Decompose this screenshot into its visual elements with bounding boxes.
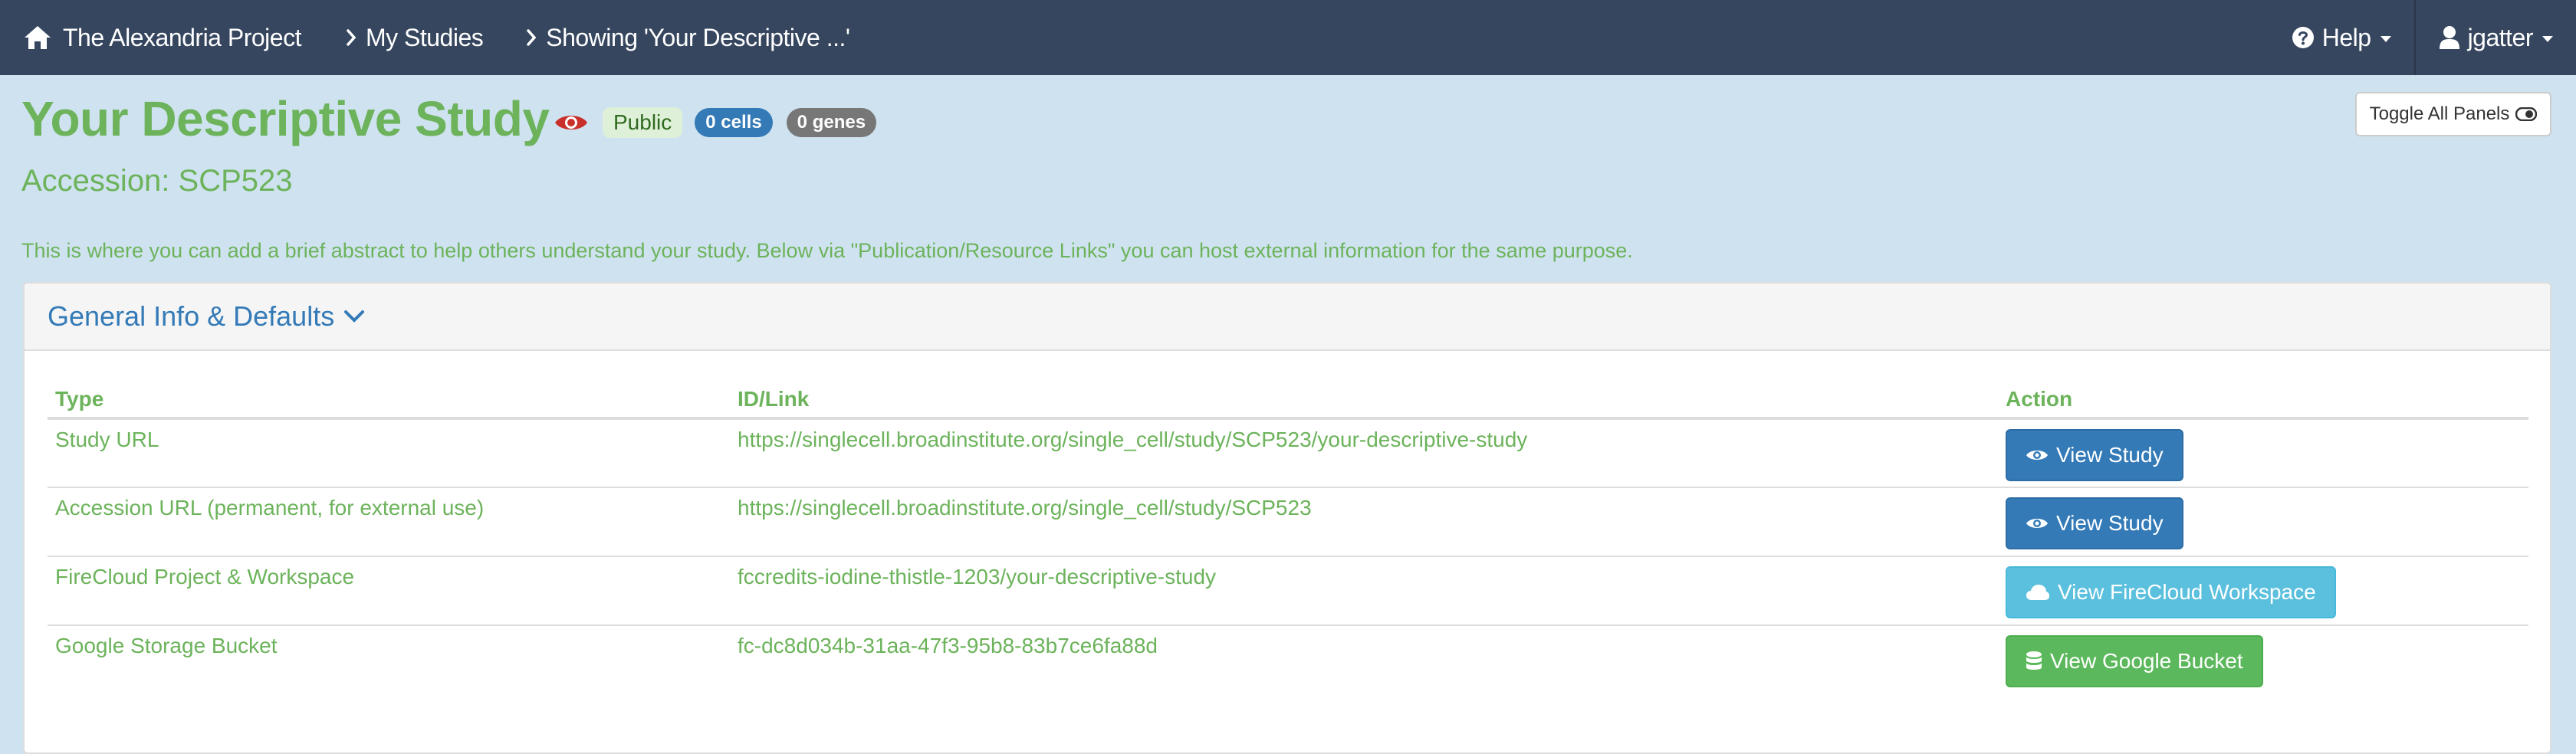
info-table: Type ID/Link Action Study URL https://si…	[48, 382, 2528, 694]
eye-icon	[2026, 519, 2048, 528]
page-title: Your Descriptive Study	[21, 91, 550, 146]
cell-action: View Google Bucket	[1998, 625, 2528, 694]
cell-id-link[interactable]: fccredits-iodine-thistle-1203/your-descr…	[730, 556, 1998, 626]
chevron-right-icon	[347, 29, 356, 46]
home-icon	[25, 26, 51, 49]
brand-label: The Alexandria Project	[63, 23, 301, 51]
top-navbar: The Alexandria Project My Studies Showin…	[0, 0, 2576, 75]
user-menu[interactable]: jgatter	[2416, 0, 2576, 75]
caret-down-icon	[2542, 36, 2553, 42]
view-study-button[interactable]: View Study	[2006, 497, 2183, 549]
cell-type: Google Storage Bucket	[55, 634, 278, 657]
help-label: Help	[2321, 23, 2371, 51]
table-row: FireCloud Project & Workspace fccredits-…	[48, 556, 2528, 626]
cells-count-badge: 0 cells	[695, 108, 773, 137]
toggle-all-panels-button[interactable]: Toggle All Panels	[2355, 92, 2551, 136]
genes-count-badge: 0 genes	[786, 108, 877, 137]
view-study-label: View Study	[2056, 443, 2164, 467]
table-row: Accession URL (permanent, for external u…	[48, 487, 2528, 557]
view-firecloud-workspace-button[interactable]: View FireCloud Workspace	[2006, 566, 2336, 618]
cell-type: FireCloud Project & Workspace	[48, 556, 730, 626]
breadcrumb-current-study[interactable]: Showing 'Your Descriptive ...'	[526, 0, 850, 75]
chevron-right-icon	[527, 29, 537, 46]
table-header-row: Type ID/Link Action	[48, 382, 2528, 420]
eye-icon	[2026, 451, 2048, 460]
cell-action: View FireCloud Workspace	[1998, 556, 2528, 626]
cell-type: Study URL	[48, 418, 730, 488]
view-study-button[interactable]: View Study	[2006, 429, 2183, 481]
column-header-action: Action	[1998, 382, 2528, 420]
brand-link[interactable]: The Alexandria Project	[0, 0, 301, 75]
accession-label: Accession: SCP523	[21, 164, 293, 198]
panel-title: General Info & Defaults	[48, 300, 335, 332]
study-abstract: This is where you can add a brief abstra…	[21, 239, 1633, 262]
column-header-type: Type	[48, 382, 730, 420]
view-google-bucket-label: View Google Bucket	[2050, 649, 2243, 673]
user-icon	[2439, 26, 2459, 49]
view-google-bucket-button[interactable]: View Google Bucket	[2006, 635, 2263, 687]
title-badges: Public 0 cells 0 genes	[554, 107, 890, 138]
view-firecloud-label: View FireCloud Workspace	[2058, 580, 2316, 604]
cell-id-link[interactable]: fc-dc8d034b-31aa-47f3-95b8-83b7ce6fa88d	[730, 625, 1998, 694]
cloud-icon	[2026, 585, 2049, 600]
chevron-down-icon	[344, 310, 365, 323]
view-study-label: View Study	[2056, 511, 2164, 535]
caret-down-icon	[2380, 36, 2391, 42]
cell-action: View Study	[1998, 418, 2528, 488]
toggle-icon	[2515, 107, 2538, 121]
user-label: jgatter	[2467, 23, 2534, 51]
eye-icon	[555, 116, 587, 129]
cell-id-link[interactable]: https://singlecell.broadinstitute.org/si…	[730, 418, 1998, 488]
table-row: Google Storage Bucket fc-dc8d034b-31aa-4…	[48, 625, 2528, 694]
general-info-panel: General Info & Defaults Type ID/Link Act…	[23, 282, 2551, 754]
nav-right-group: Help jgatter	[2269, 0, 2576, 75]
cell-action: View Study	[1998, 487, 2528, 557]
table-row: Study URL https://singlecell.broadinstit…	[48, 418, 2528, 488]
help-menu[interactable]: Help	[2269, 0, 2414, 75]
toggle-all-panels-label: Toggle All Panels	[2369, 103, 2510, 124]
breadcrumb-label: Showing 'Your Descriptive ...'	[546, 23, 850, 51]
visibility-badge: Public	[603, 107, 683, 138]
database-icon	[2026, 651, 2042, 670]
column-header-id: ID/Link	[730, 382, 1998, 420]
breadcrumb-my-studies[interactable]: My Studies	[346, 0, 484, 75]
cell-id-link[interactable]: https://singlecell.broadinstitute.org/si…	[730, 487, 1998, 557]
cell-type: Accession URL (permanent, for external u…	[48, 487, 730, 557]
breadcrumb-label: My Studies	[365, 23, 484, 51]
panel-heading-toggle[interactable]: General Info & Defaults	[25, 284, 2550, 351]
question-circle-icon	[2292, 27, 2314, 48]
